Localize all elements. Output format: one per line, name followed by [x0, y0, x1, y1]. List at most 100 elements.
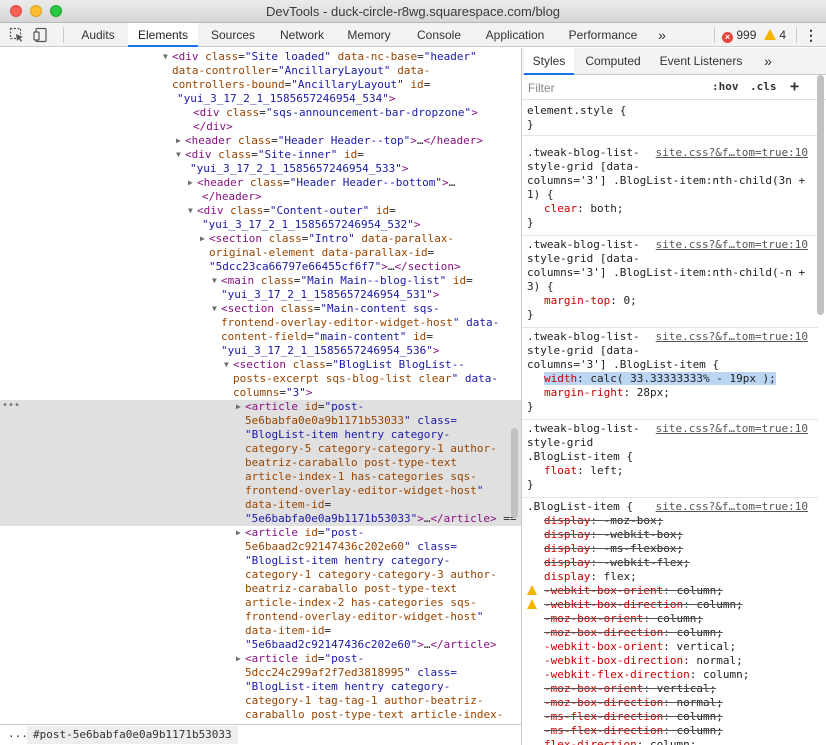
dom-node-line[interactable]: ▶ <header class="Header Header--bottom">…	[0, 176, 521, 190]
window-maximize-button[interactable]	[50, 5, 62, 17]
css-property-name[interactable]: -webkit-box-direction	[544, 654, 683, 667]
dom-node-line[interactable]: beatriz-caraballo post-type-text	[0, 456, 521, 470]
style-rule[interactable]: .tweak-blog-list-site.css?&f…tom=true:10…	[522, 236, 818, 328]
tab-event-listeners[interactable]: Event Listeners	[656, 48, 746, 75]
style-rule[interactable]: .tweak-blog-list-site.css?&f…tom=true:10…	[522, 420, 818, 498]
style-rule[interactable]: .tweak-blog-list-site.css?&f…tom=true:10…	[522, 328, 818, 420]
css-property-name[interactable]: -webkit-box-orient	[544, 584, 663, 597]
css-property-name[interactable]: -ms-flex-direction	[544, 710, 663, 723]
element-style-rule[interactable]: element.style {}	[522, 100, 818, 136]
expand-triangle-open-icon[interactable]: ▼	[224, 358, 232, 372]
class-toggle[interactable]: .cls	[750, 80, 777, 93]
customize-menu-button[interactable]: ⋮	[802, 23, 820, 47]
hover-state-toggle[interactable]: :hov	[712, 80, 739, 93]
more-tabs-button[interactable]: »	[652, 23, 672, 47]
dom-node-line[interactable]: "5e6babfa0e0a9b1171b53033">…</article> =…	[0, 512, 521, 526]
dom-node-line[interactable]: 5dcc24c299af2f7ed3818995" class=	[0, 666, 521, 680]
elements-scrollbar[interactable]	[511, 428, 518, 518]
dom-node-line[interactable]: ▶ <header class="Header Header--top">…</h…	[0, 134, 521, 148]
css-property-name[interactable]: -moz-box-direction	[544, 696, 663, 709]
dom-node-line[interactable]: frontend-overlay-editor-widget-host"	[0, 484, 521, 498]
dom-node-line[interactable]: caraballo post-type-text article-index-	[0, 708, 521, 722]
dom-node-line[interactable]: </div>	[0, 120, 521, 134]
css-property-value[interactable]: column;	[676, 626, 722, 639]
dom-node-line[interactable]: posts-excerpt sqs-blog-list clear" data-	[0, 372, 521, 386]
dom-node-line[interactable]: 5e6babfa0e0a9b1171b53033" class=	[0, 414, 521, 428]
dom-node-line[interactable]: 5e6baad2c92147436c202e60" class=	[0, 540, 521, 554]
breadcrumb-item-article[interactable]: #post-5e6babfa0e0a9b1171b53033	[27, 726, 238, 744]
css-property-name[interactable]: -webkit-box-direction	[544, 598, 683, 611]
dom-node-line[interactable]: "BlogList-item hentry category-	[0, 554, 521, 568]
style-declaration[interactable]: margin-top: 0;	[544, 294, 637, 307]
style-declaration[interactable]: display: -moz-box;	[544, 514, 663, 527]
css-property-name[interactable]: display	[544, 528, 590, 541]
style-rule[interactable]: .BlogList-item {site.css?&f…tom=true:10 d…	[522, 498, 818, 745]
dom-node-line[interactable]: "5e6baad2c92147436c202e60">…</article>	[0, 638, 521, 652]
dom-node-line[interactable]: content-field="main-content" id=	[0, 330, 521, 344]
tab-application[interactable]: Application	[476, 23, 554, 47]
css-property-name[interactable]: -ms-flex-direction	[544, 724, 663, 737]
css-property-name[interactable]: display	[544, 542, 590, 555]
style-declaration[interactable]: display: flex;	[544, 570, 637, 583]
css-property-value[interactable]: both;	[590, 202, 623, 215]
style-source-link[interactable]: site.css?&f…tom=true:10	[656, 330, 808, 343]
tab-network[interactable]: Network	[272, 23, 332, 47]
css-property-value[interactable]: 28px;	[637, 386, 670, 399]
css-property-value[interactable]: flex;	[604, 570, 637, 583]
style-rule[interactable]: .tweak-blog-list-site.css?&f…tom=true:10…	[522, 144, 818, 236]
breadcrumb-overflow[interactable]: ...	[8, 727, 28, 740]
expand-triangle-closed-icon[interactable]: ▶	[200, 232, 208, 246]
dom-node-line[interactable]: ▼ <div class="Content-outer" id=	[0, 204, 521, 218]
css-property-value[interactable]: column;	[676, 710, 722, 723]
style-declaration[interactable]: -moz-box-direction: normal;	[544, 696, 723, 709]
css-property-name[interactable]: flex-direction	[544, 738, 637, 745]
expand-triangle-open-icon[interactable]: ▼	[188, 204, 196, 218]
dom-node-line[interactable]: columns="3">	[0, 386, 521, 400]
dom-node-line[interactable]: ▶ <article id="post-	[0, 400, 521, 414]
dom-node-line[interactable]: article-index-1 has-categories sqs-	[0, 470, 521, 484]
dom-node-line[interactable]: category-5 category-category-1 author-	[0, 442, 521, 456]
style-declaration[interactable]: -moz-box-direction: column;	[544, 626, 723, 639]
dom-node-line[interactable]: data-item-id=	[0, 498, 521, 512]
expand-triangle-closed-icon[interactable]: ▶	[188, 176, 196, 190]
css-property-value[interactable]: -ms-flexbox;	[604, 542, 683, 555]
css-property-value[interactable]: calc( 33.33333333% - 19px );	[590, 372, 775, 385]
style-declaration[interactable]: -webkit-box-direction: normal;	[544, 654, 743, 667]
css-property-value[interactable]: vertical;	[657, 682, 717, 695]
style-source-link[interactable]: site.css?&f…tom=true:10	[656, 238, 808, 251]
expand-triangle-open-icon[interactable]: ▼	[212, 274, 220, 288]
styles-filter-input[interactable]	[528, 79, 698, 97]
dom-node-line[interactable]: category-1 tag-tag-1 author-beatriz-	[0, 694, 521, 708]
dom-node-line[interactable]: ▶ <article id="post-	[0, 652, 521, 666]
tab-sources[interactable]: Sources	[202, 23, 264, 47]
tab-performance[interactable]: Performance	[562, 23, 644, 47]
css-property-name[interactable]: clear	[544, 202, 577, 215]
css-property-name[interactable]: -webkit-flex-direction	[544, 668, 690, 681]
style-source-link[interactable]: site.css?&f…tom=true:10	[656, 422, 808, 435]
device-toolbar-icon[interactable]	[33, 27, 49, 43]
css-property-value[interactable]: column;	[676, 584, 722, 597]
dom-node-line[interactable]: "yui_3_17_2_1_1585657246954_532">	[0, 218, 521, 232]
new-style-rule-button[interactable]: +	[790, 77, 799, 95]
inspect-element-icon[interactable]	[9, 27, 25, 43]
warning-count-badge[interactable]: 4	[764, 23, 786, 47]
more-sidebar-tabs-button[interactable]: »	[758, 48, 778, 75]
css-property-value[interactable]: normal;	[696, 654, 742, 667]
style-declaration[interactable]: display: -ms-flexbox;	[544, 542, 683, 555]
dom-node-line[interactable]: ▼ <section class="BlogList BlogList--	[0, 358, 521, 372]
expand-triangle-open-icon[interactable]: ▼	[163, 50, 171, 64]
css-property-name[interactable]: display	[544, 514, 590, 527]
css-property-value[interactable]: normal;	[676, 696, 722, 709]
style-declaration[interactable]: -ms-flex-direction: column;	[544, 710, 723, 723]
dom-node-line[interactable]: ▼ <section class="Main-content sqs-	[0, 302, 521, 316]
css-property-name[interactable]: -moz-box-direction	[544, 626, 663, 639]
style-declaration[interactable]: -webkit-box-direction: column;	[527, 598, 743, 611]
css-property-name[interactable]: -moz-box-orient	[544, 612, 643, 625]
style-declaration[interactable]: display: -webkit-flex;	[544, 556, 690, 569]
style-declaration[interactable]: -webkit-box-orient: column;	[527, 584, 723, 597]
error-count-badge[interactable]: × 999	[722, 23, 756, 47]
style-declaration[interactable]: float: left;	[544, 464, 624, 477]
dom-node-line[interactable]: ▶ <section class="Intro" data-parallax-	[0, 232, 521, 246]
style-declaration[interactable]: clear: both;	[544, 202, 624, 215]
expand-triangle-closed-icon[interactable]: ▶	[176, 134, 184, 148]
